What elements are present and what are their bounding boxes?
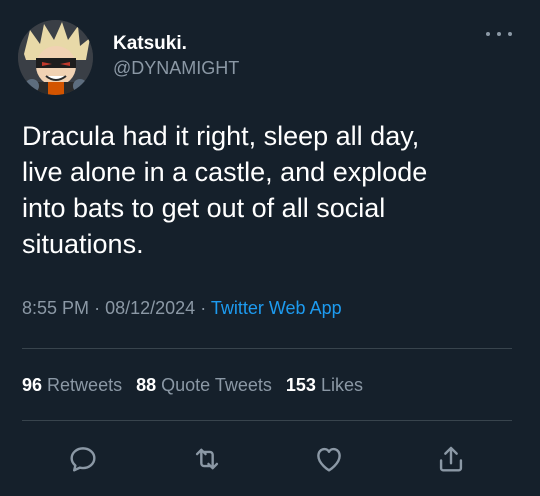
retweets-label: Retweets bbox=[47, 375, 123, 395]
meta-separator: · bbox=[94, 298, 101, 318]
reply-icon bbox=[70, 447, 96, 472]
quote-tweets-label: Quote Tweets bbox=[161, 375, 272, 395]
tweet-time[interactable]: 8:55 PM bbox=[22, 298, 89, 318]
tweet-actions bbox=[0, 442, 540, 482]
divider bbox=[22, 348, 512, 349]
more-dot bbox=[497, 32, 501, 36]
like-button[interactable] bbox=[312, 442, 346, 476]
more-icon[interactable] bbox=[486, 28, 512, 40]
likes-count: 153 bbox=[285, 375, 316, 395]
quote-tweets-count: 88 bbox=[136, 375, 157, 395]
retweet-button[interactable] bbox=[190, 442, 224, 476]
retweets-stat[interactable]: 96 Retweets bbox=[22, 375, 122, 396]
divider bbox=[22, 420, 512, 421]
meta-separator: · bbox=[200, 298, 207, 318]
more-dot bbox=[486, 32, 490, 36]
quote-tweets-stat[interactable]: 88 Quote Tweets bbox=[136, 375, 272, 396]
retweets-count: 96 bbox=[22, 375, 43, 395]
share-button[interactable] bbox=[434, 442, 468, 476]
more-dot bbox=[508, 32, 512, 36]
reply-button[interactable] bbox=[66, 442, 100, 476]
share-icon bbox=[439, 446, 463, 472]
avatar[interactable] bbox=[18, 20, 93, 95]
tweet-meta: 8:55 PM · 08/12/2024 · Twitter Web App bbox=[22, 298, 342, 319]
like-icon bbox=[317, 447, 341, 472]
tweet-card: Katsuki. @DYNAMIGHT Dracula had it right… bbox=[0, 0, 540, 496]
avatar-image bbox=[18, 20, 93, 95]
tweet-date[interactable]: 08/12/2024 bbox=[105, 298, 195, 318]
tweet-text: Dracula had it right, sleep all day, liv… bbox=[22, 121, 428, 259]
likes-label: Likes bbox=[320, 375, 363, 395]
likes-stat[interactable]: 153 Likes bbox=[286, 375, 363, 396]
tweet-source-link[interactable]: Twitter Web App bbox=[211, 298, 342, 318]
tweet-stats: 96 Retweets 88 Quote Tweets 153 Likes bbox=[22, 375, 363, 396]
user-handle[interactable]: @DYNAMIGHT bbox=[113, 58, 239, 79]
retweet-icon bbox=[195, 448, 219, 470]
display-name[interactable]: Katsuki. bbox=[113, 33, 187, 55]
